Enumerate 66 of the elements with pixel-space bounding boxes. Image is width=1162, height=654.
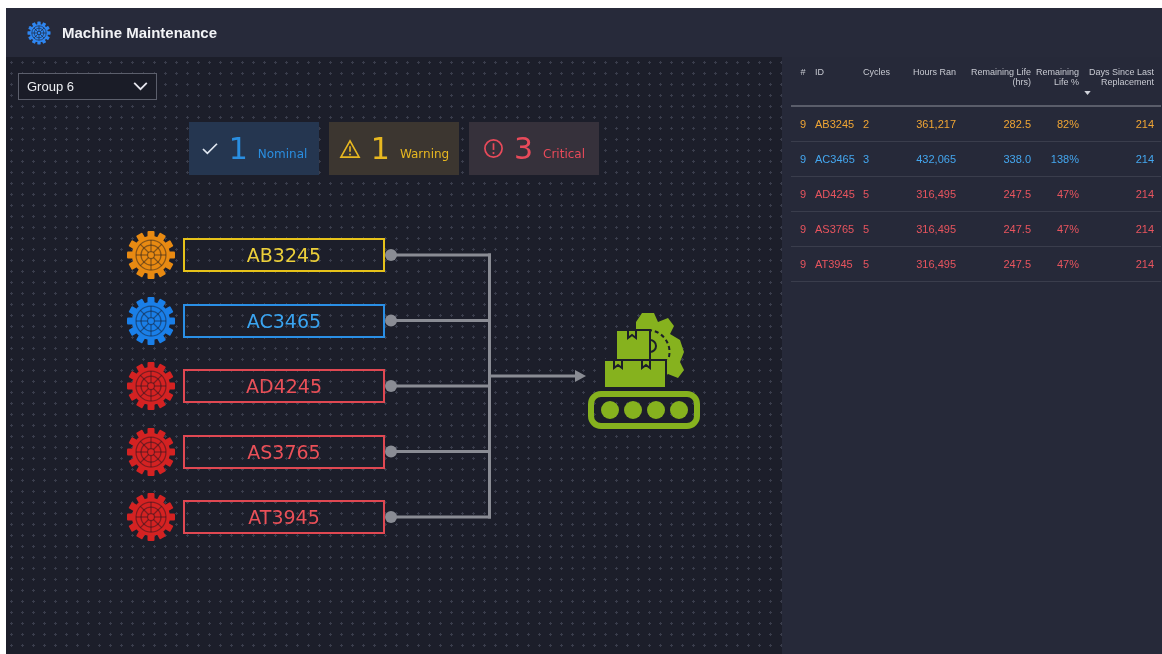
column-header[interactable]: Remaining Life (hrs) xyxy=(956,67,1031,87)
table-cell-text: AT3945 xyxy=(815,258,854,270)
table-cell-text: 9 xyxy=(798,258,808,270)
table-cell-text: 247.5 xyxy=(1002,188,1031,200)
table-cell-text: 214 xyxy=(1134,118,1154,130)
column-header[interactable]: Days Since Last Replacement xyxy=(1079,67,1154,87)
chevron-down-icon xyxy=(133,82,148,91)
machine-node[interactable]: AC3465 xyxy=(183,303,385,338)
column-header[interactable]: ID xyxy=(815,67,824,77)
table-cell-text: 282.5 xyxy=(1002,118,1031,130)
table-cell-text: AB3245 xyxy=(815,118,856,130)
table-cell-text: 361,217 xyxy=(915,118,956,130)
status-count: 1 xyxy=(370,133,390,164)
warning-icon xyxy=(338,138,361,159)
table-cell-text: AS3765 xyxy=(815,223,856,235)
table-cell-text: 316,495 xyxy=(915,223,956,235)
table-cell-text: 214 xyxy=(1134,153,1154,165)
gear-icon xyxy=(126,295,176,346)
status-label: Nominal xyxy=(257,146,308,161)
gear-icon xyxy=(126,230,176,280)
table-cell-text: 47% xyxy=(1055,258,1079,270)
status-label: Critical xyxy=(543,146,586,161)
gear-icon xyxy=(126,361,176,411)
table-cell-text: 5 xyxy=(863,258,871,270)
table-cell-text: 432,065 xyxy=(915,153,956,165)
column-header[interactable]: Cycles xyxy=(863,67,890,77)
table-cell-text: 316,495 xyxy=(915,258,956,270)
table-cell-text: 247.5 xyxy=(1002,258,1031,270)
table-cell-text: 214 xyxy=(1134,258,1154,270)
table-cell-text: 138% xyxy=(1049,153,1079,165)
machine-node[interactable]: AD4245 xyxy=(183,369,385,403)
conveyor-gear-icon xyxy=(588,312,700,430)
status-count: 3 xyxy=(513,133,534,164)
group-dropdown[interactable]: Group 6 xyxy=(18,73,157,100)
table-cell-text: 47% xyxy=(1055,223,1079,235)
table-cell-text: 9 xyxy=(798,188,808,200)
table-cell-text: 247.5 xyxy=(1002,223,1031,235)
table-cell-text: 2 xyxy=(863,118,871,130)
machine-node[interactable]: AT3945 xyxy=(183,500,385,534)
table-cell-text: 338.0 xyxy=(1002,153,1031,165)
table-cell-text: 5 xyxy=(863,188,871,200)
status-label: Warning xyxy=(399,146,450,161)
table-cell-text: 9 xyxy=(798,118,808,130)
gear-icon xyxy=(126,492,176,542)
table-cell-text: 47% xyxy=(1055,188,1079,200)
column-header[interactable]: Remaining Life % xyxy=(1031,67,1079,87)
column-header[interactable]: # xyxy=(800,67,806,77)
table-cell-text: 214 xyxy=(1134,188,1154,200)
gear-icon xyxy=(126,426,176,477)
table-cell-text: 316,495 xyxy=(915,188,956,200)
table-cell-text: 5 xyxy=(863,223,871,235)
table-cell-text: 214 xyxy=(1134,223,1154,235)
table-cell-text: 82% xyxy=(1055,118,1079,130)
status-count: 1 xyxy=(228,133,248,164)
table-cell-text: 3 xyxy=(863,153,871,165)
table-cell-text: AD4245 xyxy=(815,188,856,200)
table-cell-text: 9 xyxy=(798,153,808,165)
gear-icon xyxy=(27,20,51,45)
machine-node[interactable]: AB3245 xyxy=(183,238,385,272)
alert-icon xyxy=(482,138,504,159)
table-cell-text: 9 xyxy=(798,223,808,235)
table-cell-text: AC3465 xyxy=(815,153,856,165)
check-icon xyxy=(200,141,219,156)
app-title: Machine Maintenance xyxy=(62,24,218,41)
machine-node[interactable]: AS3765 xyxy=(183,434,385,469)
column-header[interactable]: Hours Ran xyxy=(912,67,956,77)
